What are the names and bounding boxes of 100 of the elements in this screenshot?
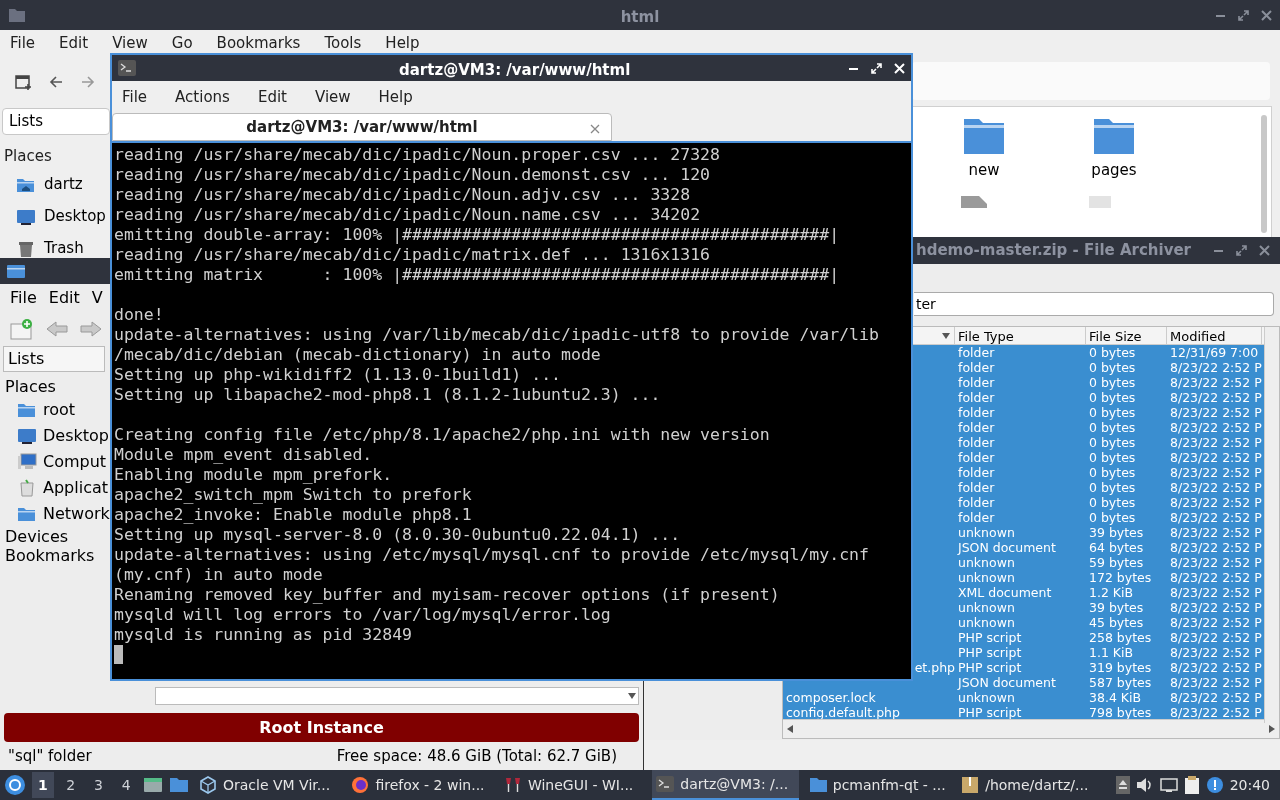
table-cell-text: unknown (957, 600, 1016, 615)
sidebar-item[interactable]: Applicat (0, 475, 108, 501)
new-tab-icon[interactable] (10, 318, 34, 340)
terminal-line: update-alternatives: using /var/lib/mecab/dic/ipadic-utf8 to provide /var/lib (114, 325, 879, 345)
menu-item[interactable]: Help (385, 31, 420, 55)
menu-item[interactable]: View (314, 85, 351, 109)
table-cell-text: 8/23/22 2:52 P (1169, 615, 1262, 630)
menu-item[interactable]: Actions (175, 85, 230, 109)
table-cell-text: 8/23/22 2:52 P (1169, 420, 1262, 435)
sidebar-item[interactable]: Comput (0, 449, 108, 475)
column-header[interactable]: Modified (1167, 327, 1262, 344)
workspace-button[interactable]: 2 (59, 772, 82, 798)
menu-item[interactable]: File (10, 31, 36, 55)
file-manager-icon[interactable] (169, 776, 189, 794)
folder-icon (6, 263, 26, 279)
menu-item[interactable]: Edit (48, 286, 80, 310)
menu-item[interactable]: V (91, 286, 103, 310)
sidebar-item[interactable]: Trash (0, 237, 112, 260)
dropdown-arrow-icon[interactable] (628, 693, 636, 699)
workspace-button[interactable]: 4 (115, 772, 137, 798)
section-label: Places (4, 377, 57, 397)
firefox-icon (351, 776, 370, 794)
terminal-tab[interactable]: dartz@VM3: /var/www/html (112, 113, 612, 141)
table-cell-text: 587 bytes (1088, 675, 1153, 690)
start-menu-icon[interactable] (4, 774, 26, 796)
file-icon (959, 195, 989, 208)
menu-item[interactable]: File (10, 286, 37, 310)
table-cell-text: 0 bytes (1088, 345, 1137, 360)
right-arrow-icon[interactable] (1269, 725, 1275, 733)
terminal-line: mysqld is running as pid 32849 (114, 625, 412, 645)
path-field[interactable] (155, 687, 639, 705)
notification-icon[interactable] (1205, 776, 1224, 794)
table-cell-text: folder (957, 360, 996, 375)
terminal-line: reading /usr/share/mecab/dic/ipadic/Noun.name.csv ... 34202 (114, 205, 701, 225)
menu-item[interactable]: Go (171, 31, 193, 55)
table-cell-text: 1.2 KiB (1088, 585, 1135, 600)
table-row[interactable]: et.php PHP script 319 bytes 8/23/22 2:52 P (914, 660, 1264, 675)
taskbar-button[interactable]: Oracle VM Vir... (195, 770, 342, 800)
scrollbar[interactable] (1261, 115, 1267, 233)
table-cell-text: JSON document (956, 675, 1057, 690)
table-row[interactable]: composer.lock unknown 38.4 KiB 8/23/22 2:52 P (783, 690, 1264, 705)
table-cell-text: 8/23/22 2:52 P (1169, 480, 1262, 495)
taskbar-button[interactable]: /home/dartz/... (957, 770, 1104, 800)
table-cell-text: folder (957, 345, 996, 360)
taskbar-button[interactable]: dartz@VM3: /... (652, 770, 799, 800)
table-cell-text: 0 bytes (1088, 405, 1137, 420)
lists-dropdown[interactable]: Lists (3, 346, 105, 372)
menu-item[interactable]: Help (378, 85, 413, 109)
table-cell-text: 0 bytes (1088, 390, 1137, 405)
scrollbar[interactable] (1264, 327, 1279, 723)
menu-item[interactable]: Tools (324, 31, 362, 55)
file-name[interactable]: pages (1091, 159, 1137, 182)
filter-field[interactable]: ter (914, 292, 1274, 316)
sidebar-item[interactable]: Desktop (0, 423, 108, 449)
window-title: html (619, 7, 661, 28)
terminal-line: apache2_invoke: Enable module php8.1 (114, 505, 472, 525)
table-cell-text: 8/23/22 2:52 P (1169, 705, 1262, 719)
table-cell-text: unknown (957, 615, 1016, 630)
sidebar-item[interactable]: Network (0, 501, 108, 527)
table-cell-text: folder (957, 465, 996, 480)
sort-arrow-icon[interactable] (942, 332, 950, 339)
terminal-line: apache2_switch_mpm Switch to prefork (114, 485, 472, 505)
workspace-button[interactable]: 3 (87, 772, 110, 798)
volume-icon[interactable] (1135, 777, 1154, 793)
table-cell-text: 8/23/22 2:52 P (1169, 540, 1262, 555)
section-label[interactable]: Bookmarks (0, 546, 108, 565)
wine-glasses-icon (503, 776, 522, 794)
clipboard-icon[interactable] (1183, 776, 1200, 794)
bin-icon (17, 479, 37, 497)
new-window-icon[interactable] (14, 73, 32, 91)
taskbar-button[interactable]: firefox - 2 win... (347, 770, 494, 800)
left-arrow-icon[interactable] (787, 725, 793, 733)
table-row[interactable]: config.default.php PHP script 798 bytes 8/23/22 2:52 P (783, 705, 1264, 719)
file-name[interactable]: new (968, 159, 1000, 182)
menu-item[interactable]: Edit (257, 85, 287, 109)
workspace-button[interactable]: 1 (32, 772, 54, 798)
eject-icon[interactable] (1115, 776, 1130, 794)
taskbar-button[interactable]: pcmanfm-qt - ... (804, 770, 952, 800)
sidebar-item[interactable]: dartz (0, 173, 112, 196)
column-header[interactable]: File Size (1086, 327, 1167, 344)
taskbar-button[interactable]: WineGUI - WI... (499, 770, 647, 800)
folder-icon (17, 401, 37, 419)
table-cell-text: 8/23/22 2:52 P (1169, 645, 1262, 660)
menu-item[interactable]: Bookmarks (216, 31, 301, 55)
menu-item[interactable]: File (122, 85, 148, 109)
table-cell-text: JSON document (956, 540, 1057, 555)
back-arrow-icon[interactable] (48, 74, 64, 90)
column-header[interactable]: File Type (955, 327, 1086, 344)
section-label[interactable]: Devices (0, 527, 108, 546)
table-cell-text: 8/23/22 2:52 P (1169, 570, 1262, 585)
terminal-line: Module mpm_event disabled. (114, 445, 373, 465)
show-desktop-icon[interactable] (143, 776, 163, 794)
network-icon[interactable] (1159, 777, 1178, 793)
table-cell-text: 8/23/22 2:52 P (1169, 675, 1262, 690)
menu-item[interactable]: View (112, 31, 148, 55)
lists-dropdown[interactable]: Lists (2, 108, 110, 135)
sidebar-item[interactable]: Desktop (0, 205, 112, 228)
sidebar-item[interactable]: root (0, 397, 108, 423)
menu-item[interactable]: Edit (59, 31, 89, 55)
horizontal-scrollbar[interactable] (783, 719, 1279, 738)
